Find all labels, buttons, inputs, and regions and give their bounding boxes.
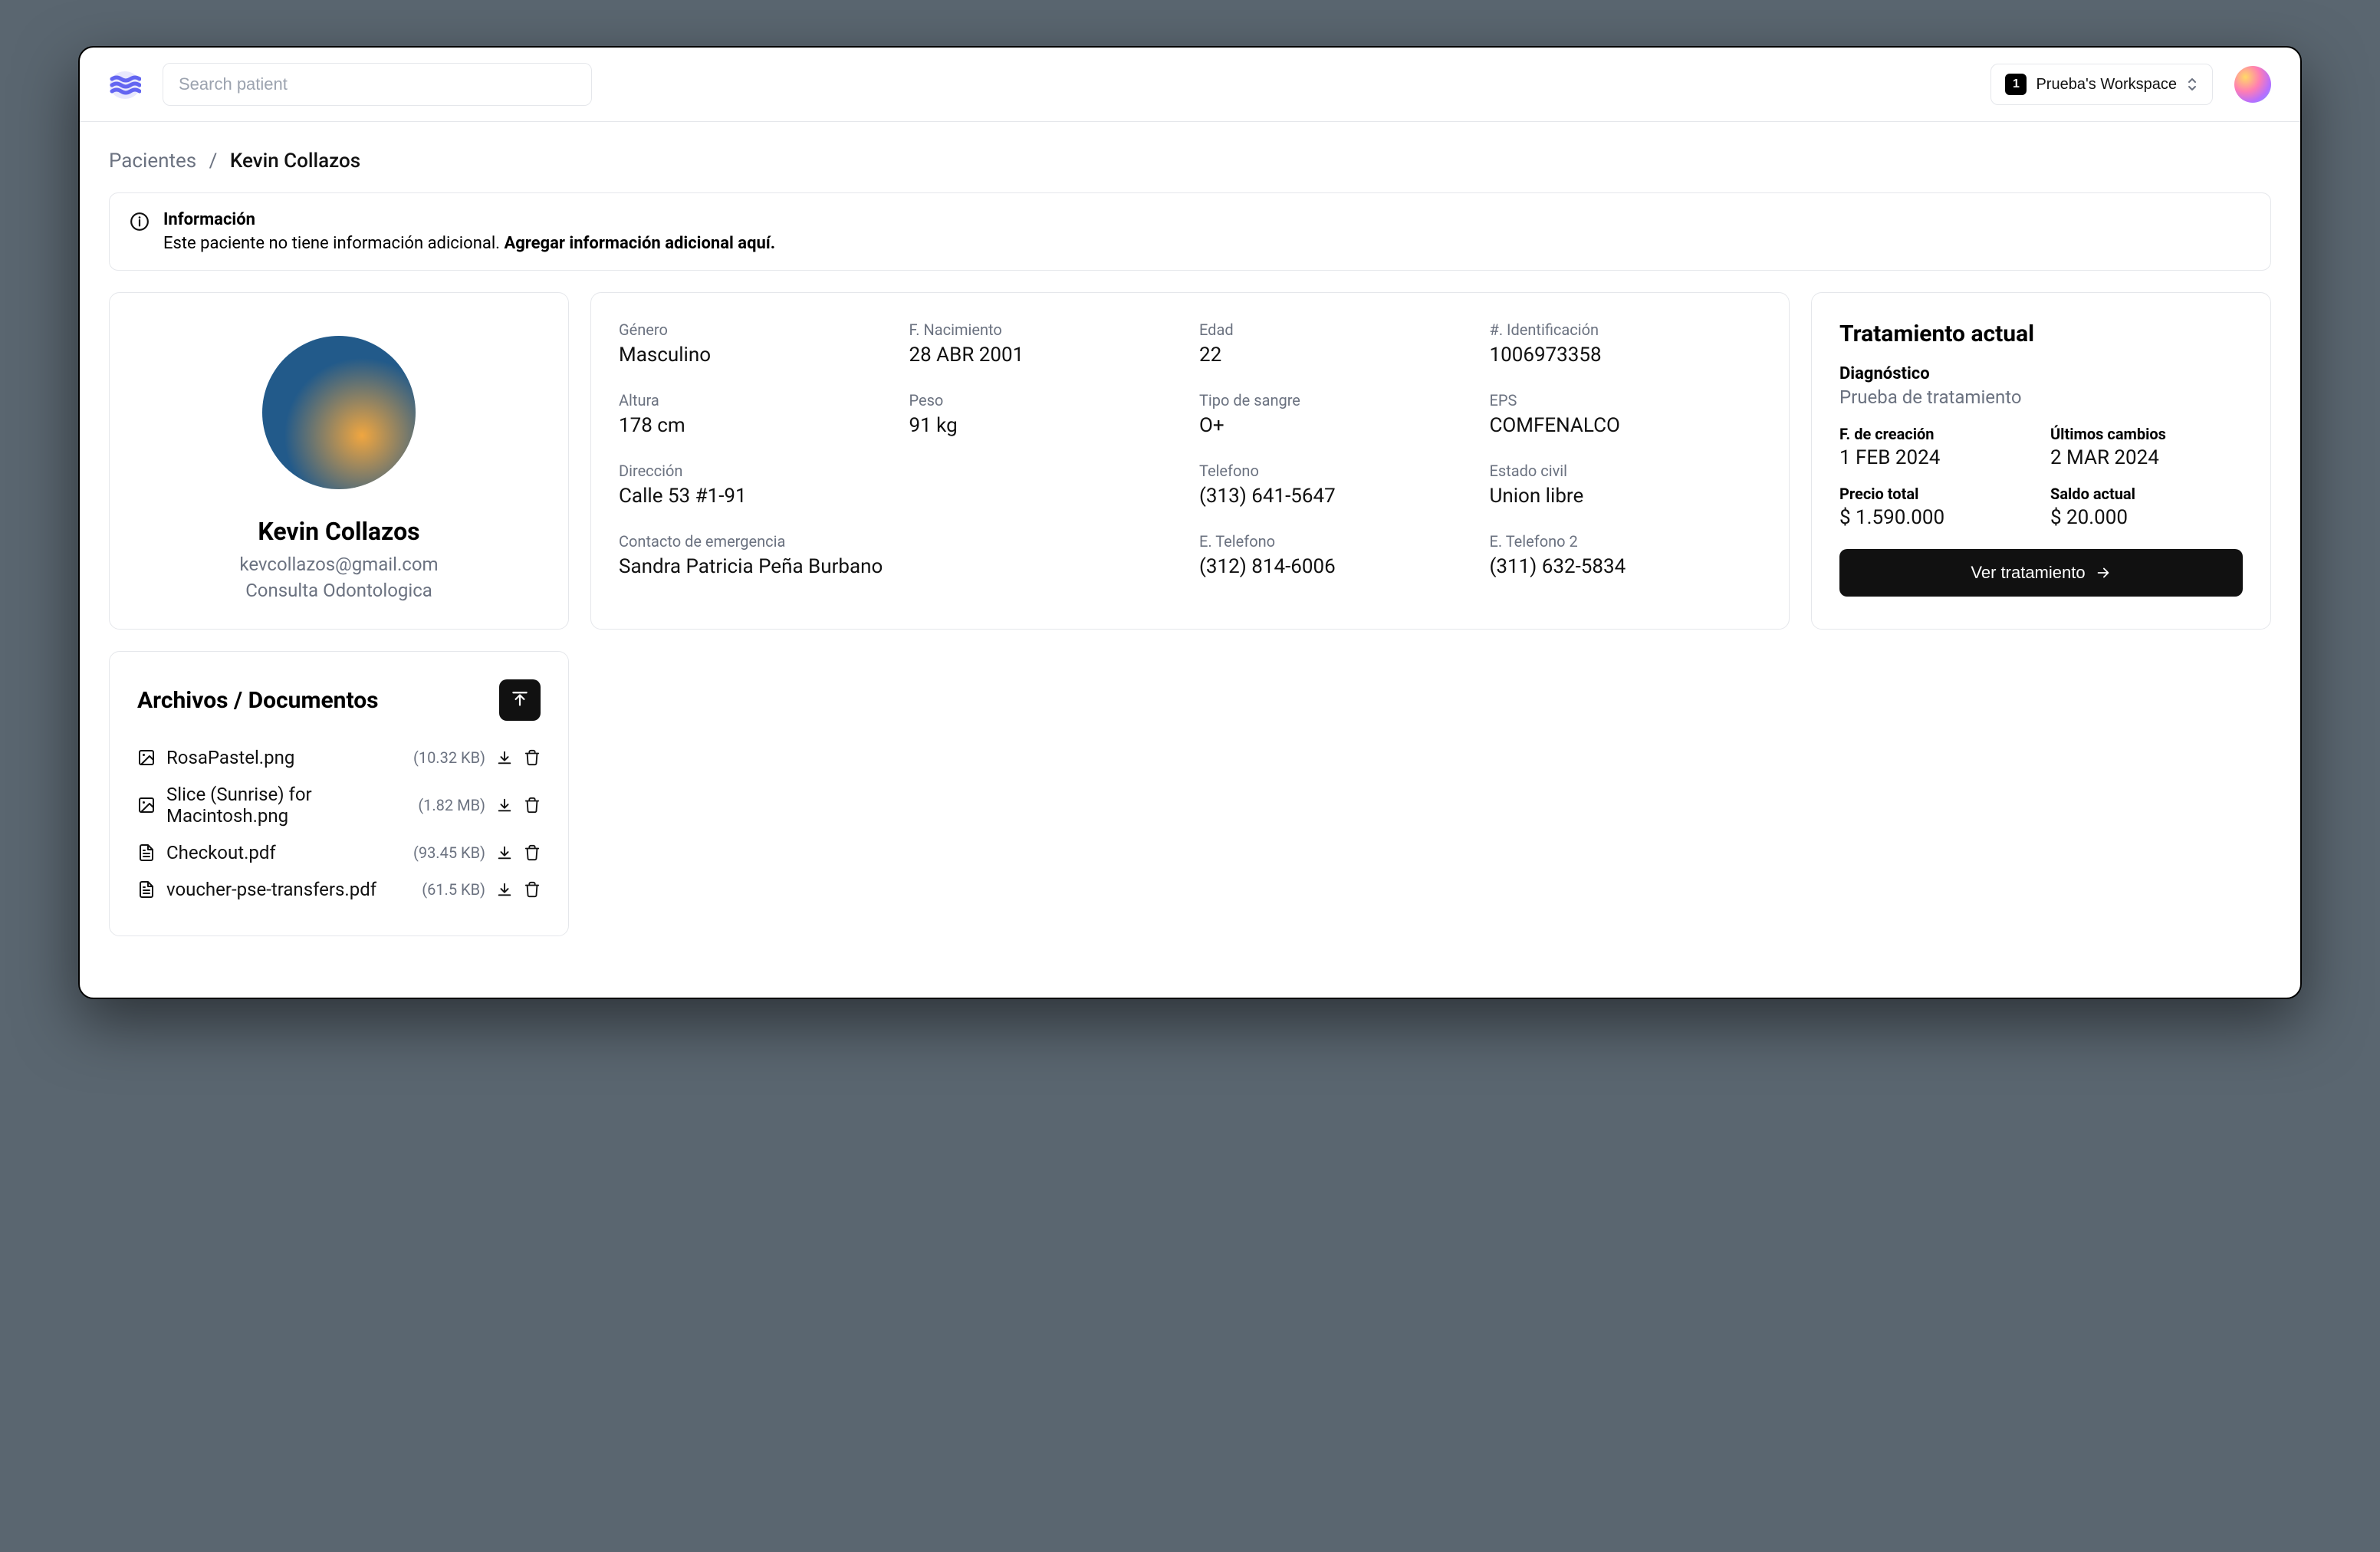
- file-size: (61.5 KB): [422, 880, 485, 899]
- user-avatar[interactable]: [2234, 66, 2271, 103]
- file-row: Slice (Sunrise) for Macintosh.png (1.82 M…: [137, 776, 541, 834]
- alert-text: Este paciente no tiene información adici…: [163, 234, 775, 253]
- workspace-badge: 1: [2005, 74, 2027, 95]
- file-size: (93.45 KB): [413, 843, 485, 862]
- search-input[interactable]: [163, 63, 592, 106]
- file-size: (10.32 KB): [413, 748, 485, 767]
- file-size: (1.82 MB): [418, 796, 485, 814]
- view-treatment-button[interactable]: Ver tratamiento: [1839, 549, 2243, 597]
- breadcrumb-current: Kevin Collazos: [230, 150, 360, 173]
- patient-avatar: [262, 336, 416, 489]
- file-row: RosaPastel.png (10.32 KB): [137, 739, 541, 776]
- file-name: voucher-pse-transfers.pdf: [166, 879, 411, 900]
- breadcrumb-root[interactable]: Pacientes: [109, 150, 196, 173]
- workspace-name: Prueba's Workspace: [2036, 76, 2177, 94]
- patient-type: Consulta Odontologica: [137, 580, 541, 601]
- delete-button[interactable]: [524, 844, 541, 861]
- image-icon: [137, 796, 156, 814]
- arrow-right-icon: [2095, 564, 2112, 581]
- treatment-title: Tratamiento actual: [1839, 321, 2243, 347]
- files-title: Archivos / Documentos: [137, 687, 379, 714]
- upload-icon: [510, 690, 530, 710]
- download-button[interactable]: [496, 881, 513, 898]
- download-button[interactable]: [496, 749, 513, 766]
- info-icon: [130, 212, 150, 253]
- delete-button[interactable]: [524, 881, 541, 898]
- file-row: voucher-pse-transfers.pdf (61.5 KB): [137, 871, 541, 908]
- details-card: GéneroMasculino F. Nacimiento28 ABR 2001…: [590, 292, 1790, 630]
- diagnosis-value: Prueba de tratamiento: [1839, 386, 2243, 408]
- app-logo[interactable]: [109, 68, 141, 100]
- alert-title: Información: [163, 210, 775, 229]
- info-alert: Información Este paciente no tiene infor…: [109, 192, 2271, 271]
- download-button[interactable]: [496, 844, 513, 861]
- file-name: Slice (Sunrise) for Macintosh.png: [166, 784, 407, 827]
- breadcrumb: Pacientes / Kevin Collazos: [109, 150, 2271, 173]
- file-row: Checkout.pdf (93.45 KB): [137, 834, 541, 871]
- chevron-up-down-icon: [2186, 77, 2198, 92]
- document-icon: [137, 843, 156, 862]
- file-name: Checkout.pdf: [166, 842, 403, 863]
- workspace-selector[interactable]: 1 Prueba's Workspace: [1990, 64, 2213, 105]
- delete-button[interactable]: [524, 749, 541, 766]
- document-icon: [137, 880, 156, 899]
- patient-email: kevcollazos@gmail.com: [137, 554, 541, 575]
- diagnosis-label: Diagnóstico: [1839, 364, 2243, 383]
- treatment-card: Tratamiento actual Diagnóstico Prueba de…: [1811, 292, 2271, 630]
- files-card: Archivos / Documentos RosaPastel.png (10.…: [109, 651, 569, 936]
- file-name: RosaPastel.png: [166, 747, 403, 768]
- alert-link[interactable]: Agregar información adicional aquí.: [504, 234, 775, 253]
- delete-button[interactable]: [524, 797, 541, 814]
- upload-button[interactable]: [499, 679, 541, 721]
- download-button[interactable]: [496, 797, 513, 814]
- patient-name: Kevin Collazos: [137, 517, 541, 546]
- profile-card: Kevin Collazos kevcollazos@gmail.com Con…: [109, 292, 569, 630]
- image-icon: [137, 748, 156, 767]
